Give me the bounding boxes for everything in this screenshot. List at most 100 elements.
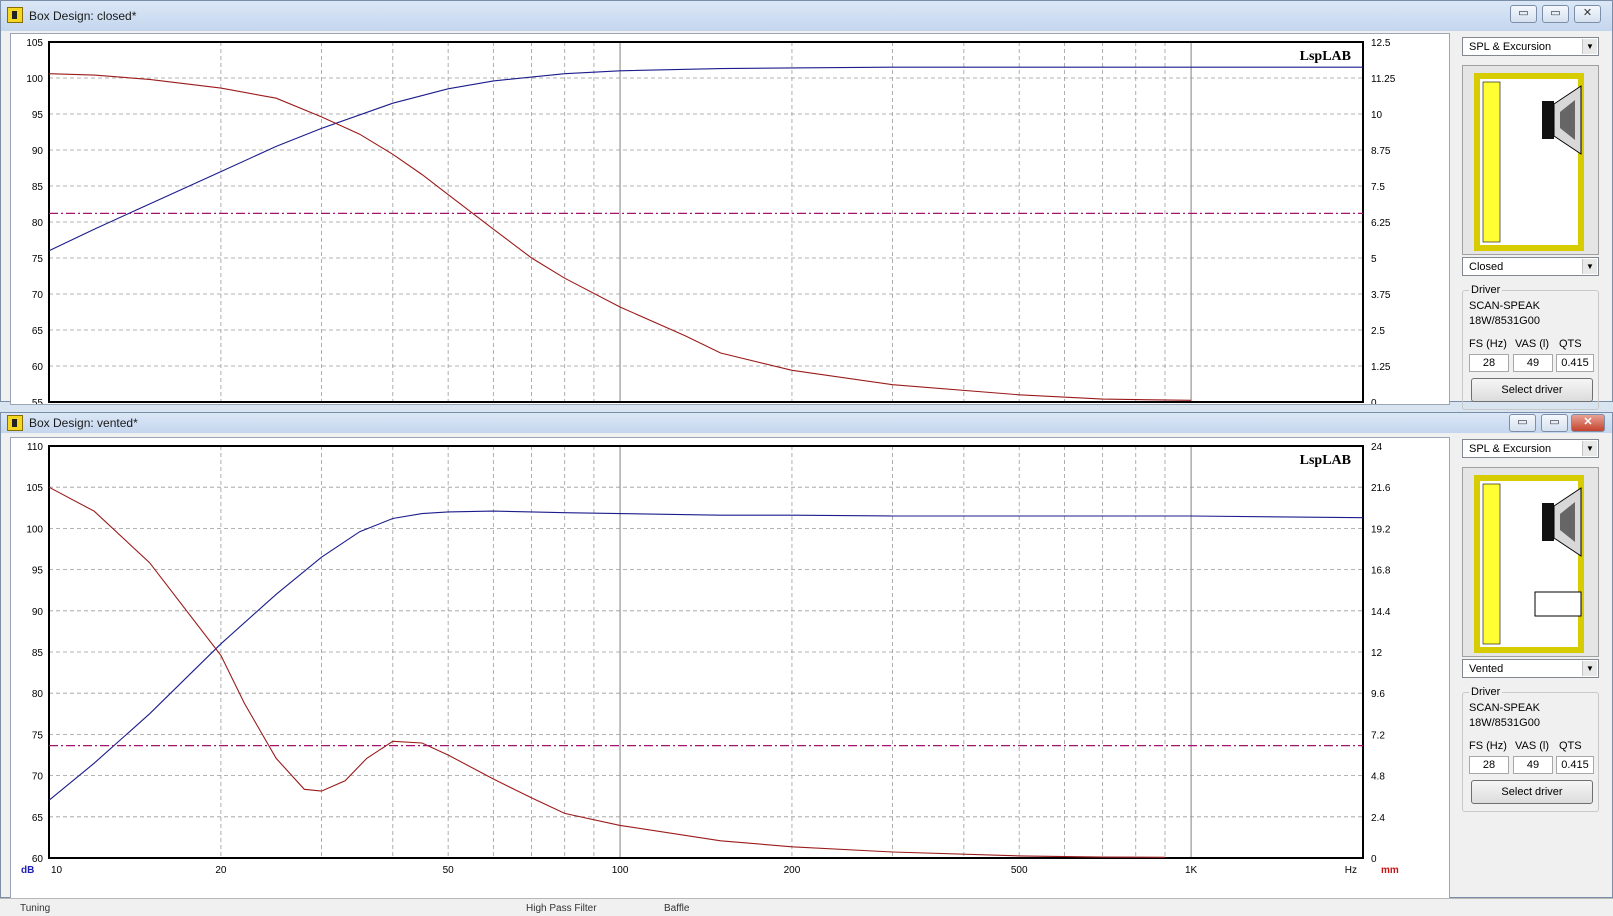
y2-tick-label: 16.8 (1371, 566, 1391, 577)
vented-box-diagram (1462, 467, 1599, 657)
y-tick-label: 100 (26, 524, 43, 535)
y-tick-label: 110 (27, 442, 43, 453)
qts-field[interactable]: 0.415 (1556, 354, 1594, 372)
y2-tick-label: 24 (1371, 442, 1383, 453)
y-tick-label: 95 (32, 566, 44, 577)
y2-tick-label: 11.25 (1371, 74, 1396, 85)
y-tick-label: 100 (26, 74, 43, 85)
chevron-down-icon[interactable]: ▼ (1582, 39, 1597, 54)
fs-field[interactable]: 28 (1469, 354, 1509, 372)
box-type-select[interactable]: Closed ▼ (1462, 257, 1599, 276)
minimize-button[interactable]: ▭ (1509, 414, 1536, 432)
y-tick-label: 65 (32, 813, 44, 824)
y2-tick-label: 7.5 (1371, 182, 1385, 193)
y2-tick-label: 12 (1371, 648, 1383, 659)
y-tick-label: 70 (32, 772, 44, 783)
driver-group-label: Driver (1469, 284, 1503, 296)
box-type-value: Closed (1469, 261, 1504, 273)
close-button[interactable]: ✕ (1574, 5, 1601, 23)
driver-brand: SCAN-SPEAK (1469, 702, 1540, 714)
graph-mode-select[interactable]: SPL & Excursion ▼ (1462, 439, 1599, 458)
y2-tick-label: 2.4 (1371, 813, 1385, 824)
window-title: Box Design: vented* (29, 416, 138, 430)
y2-tick-label: 2.5 (1371, 326, 1385, 337)
window-title: Box Design: closed* (29, 9, 137, 23)
y2-tick-label: 1.25 (1371, 362, 1391, 373)
y-unit-label: dB (21, 865, 34, 876)
y-tick-label: 65 (32, 326, 44, 337)
y2-tick-label: 0 (1371, 854, 1377, 865)
close-button[interactable]: ✕ (1571, 414, 1605, 432)
vas-label: VAS (l) (1515, 740, 1550, 752)
qts-label: QTS (1559, 338, 1582, 350)
tab-tuning[interactable]: Tuning (20, 903, 50, 914)
minimize-button[interactable]: ▭ (1510, 5, 1537, 23)
x-tick-label: 50 (443, 865, 455, 876)
vas-field[interactable]: 49 (1513, 354, 1553, 372)
speaker-app-icon (7, 7, 23, 23)
restore-button[interactable]: ▭ (1541, 414, 1568, 432)
x-tick-label: 20 (215, 865, 227, 876)
y-tick-label: 75 (32, 730, 44, 741)
y2-tick-label: 21.6 (1371, 483, 1391, 494)
driver-group: Driver SCAN-SPEAK 18W/8531G00 FS (Hz) VA… (1462, 686, 1599, 812)
y-tick-label: 85 (32, 182, 44, 193)
chevron-down-icon[interactable]: ▼ (1582, 259, 1597, 274)
y-tick-label: 95 (32, 110, 44, 121)
qts-field[interactable]: 0.415 (1556, 756, 1594, 774)
y2-tick-label: 3.75 (1371, 290, 1391, 301)
x-tick-label: 10 (51, 865, 63, 876)
y2-tick-label: 4.8 (1371, 772, 1385, 783)
fs-label: FS (Hz) (1469, 338, 1507, 350)
y2-tick-label: 6.25 (1371, 218, 1391, 229)
fs-field[interactable]: 28 (1469, 756, 1509, 774)
x-tick-label: 500 (1011, 865, 1028, 876)
y-tick-label: 70 (32, 290, 44, 301)
select-driver-button[interactable]: Select driver (1471, 378, 1593, 402)
lsplab-logo: LspLAB (1300, 49, 1351, 64)
window-title-bar[interactable]: Box Design: vented* ▭ ▭ ✕ (1, 413, 1612, 433)
x-tick-label: 100 (612, 865, 629, 876)
chevron-down-icon[interactable]: ▼ (1582, 441, 1597, 456)
driver-group-label: Driver (1469, 686, 1503, 698)
x-tick-label: Hz (1345, 865, 1357, 876)
y2-tick-label: 0 (1371, 398, 1377, 404)
closed-box-diagram (1462, 65, 1599, 255)
y2-tick-label: 9.6 (1371, 689, 1385, 700)
y-tick-label: 90 (32, 607, 44, 618)
driver-group: Driver SCAN-SPEAK 18W/8531G00 FS (Hz) VA… (1462, 284, 1599, 410)
y-tick-label: 55 (32, 398, 44, 404)
y-tick-label: 80 (32, 218, 44, 229)
y-tick-label: 105 (26, 483, 43, 494)
y2-tick-label: 7.2 (1371, 730, 1385, 741)
window-title-bar[interactable]: Box Design: closed* ▭ ▭ ✕ (1, 1, 1612, 31)
driver-model: 18W/8531G00 (1469, 315, 1540, 327)
driver-model: 18W/8531G00 (1469, 717, 1540, 729)
chart-canvas: 11010510095908580757065602421.619.216.81… (21, 442, 1399, 876)
graph-mode-value: SPL & Excursion (1469, 443, 1552, 455)
y2-tick-label: 14.4 (1371, 607, 1391, 618)
y-tick-label: 90 (32, 146, 44, 157)
box-type-value: Vented (1469, 663, 1504, 675)
tab-baffle[interactable]: Baffle (664, 903, 689, 914)
qts-label: QTS (1559, 740, 1582, 752)
restore-button[interactable]: ▭ (1542, 5, 1569, 23)
spl-excursion-chart[interactable]: 105 100 95 90 85 80 75 70 65 60 55 12.5 11.25 10 8.75 7… (10, 33, 1450, 405)
select-driver-button[interactable]: Select driver (1471, 780, 1593, 804)
lsplab-logo: LspLAB (1300, 453, 1351, 468)
graph-mode-select[interactable]: SPL & Excursion ▼ (1462, 37, 1599, 56)
tab-high-pass-filter[interactable]: High Pass Filter (526, 903, 597, 914)
spl-curve (48, 66, 1363, 252)
y2-unit-label: mm (1381, 865, 1399, 876)
spl-excursion-chart[interactable]: 110 105 100 95 90 85 80 75 70 65 60 24 21.6 19.2 16.8 1… (10, 437, 1450, 899)
y2-tick-label: 19.2 (1371, 524, 1391, 535)
vented-box-window: Box Design: vented* ▭ ▭ ✕ 110 105 100 95 90 8… (0, 412, 1613, 899)
y2-tick-label: 10 (1371, 110, 1383, 121)
spl-curve (48, 510, 1364, 801)
excursion-curve (48, 486, 1166, 858)
chevron-down-icon[interactable]: ▼ (1582, 661, 1597, 676)
y-tick-label: 85 (32, 648, 44, 659)
vas-field[interactable]: 49 (1513, 756, 1553, 774)
y2-tick-label: 8.75 (1371, 146, 1391, 157)
box-type-select[interactable]: Vented ▼ (1462, 659, 1599, 678)
